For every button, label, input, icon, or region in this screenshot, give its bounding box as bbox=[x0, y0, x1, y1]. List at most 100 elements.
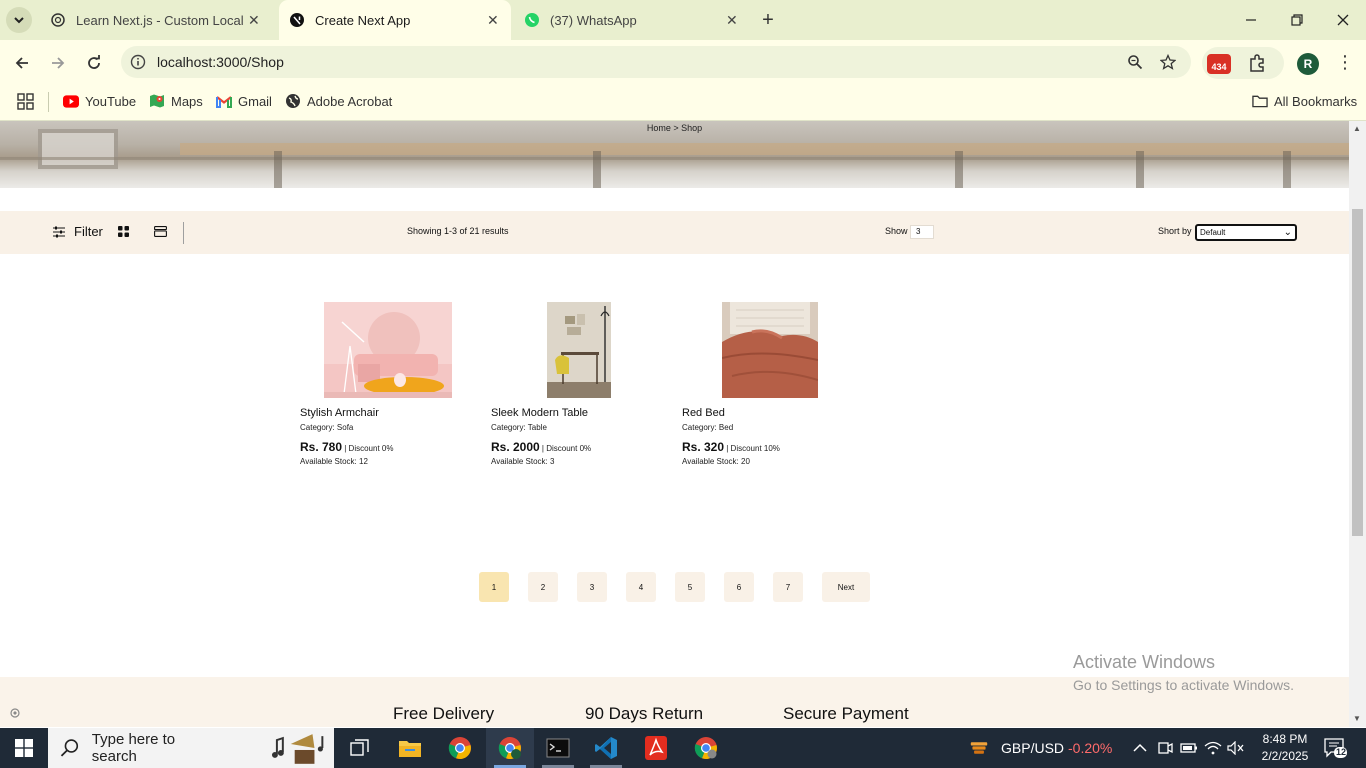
page-button-6[interactable]: 6 bbox=[724, 572, 754, 602]
hero-shelf-shadow bbox=[0, 157, 1349, 160]
folder-icon bbox=[1252, 93, 1268, 109]
page-button-7[interactable]: 7 bbox=[773, 572, 803, 602]
chevron-down-icon bbox=[14, 17, 24, 24]
forward-arrow-icon[interactable] bbox=[45, 50, 71, 76]
hero-post bbox=[1136, 151, 1144, 188]
page-button-4[interactable]: 4 bbox=[626, 572, 656, 602]
page-button-3[interactable]: 3 bbox=[577, 572, 607, 602]
chevron-up-icon[interactable] bbox=[1131, 739, 1149, 757]
openai-icon bbox=[50, 12, 66, 28]
page-button-5[interactable]: 5 bbox=[675, 572, 705, 602]
bookmarks-divider bbox=[48, 92, 49, 112]
adobe-acrobat-icon[interactable] bbox=[632, 728, 680, 768]
window-close-icon[interactable] bbox=[1320, 0, 1366, 40]
chrome-alt-icon[interactable] bbox=[682, 728, 730, 768]
speaker-muted-icon[interactable] bbox=[1227, 739, 1245, 757]
restore-icon[interactable] bbox=[1274, 0, 1320, 40]
extension-badge[interactable]: 434 bbox=[1207, 54, 1231, 74]
chrome-profile-icon[interactable] bbox=[486, 728, 534, 768]
clock-date: 2/2/2025 bbox=[1261, 749, 1309, 763]
tab-create-next-app[interactable]: Create Next App ✕ bbox=[279, 0, 511, 40]
all-bookmarks[interactable]: All Bookmarks bbox=[1252, 93, 1357, 109]
task-view-icon[interactable] bbox=[336, 728, 384, 768]
file-explorer-icon[interactable] bbox=[386, 728, 434, 768]
chevron-down-icon: ⌄ bbox=[1283, 227, 1292, 238]
extensions-puzzle-icon[interactable] bbox=[1247, 53, 1267, 73]
windows-start-button[interactable] bbox=[0, 728, 48, 768]
page-button-2[interactable]: 2 bbox=[528, 572, 558, 602]
product-price: Rs. 2000 bbox=[491, 440, 540, 454]
zoom-icon[interactable] bbox=[1126, 53, 1144, 71]
tab-whatsapp[interactable]: (37) WhatsApp ✕ bbox=[516, 0, 748, 40]
bookmark-star-icon[interactable] bbox=[1159, 53, 1177, 71]
tab-search-button[interactable] bbox=[6, 7, 32, 33]
all-bookmarks-label: All Bookmarks bbox=[1274, 93, 1358, 109]
product-category: Category: Table bbox=[491, 423, 547, 432]
battery-icon[interactable] bbox=[1180, 739, 1198, 757]
activate-windows-title: Activate Windows bbox=[1073, 652, 1216, 672]
taskbar-search-box[interactable]: Type here to search bbox=[48, 728, 334, 768]
product-stock: Available Stock: 3 bbox=[491, 457, 555, 466]
filter-button[interactable]: Filter bbox=[52, 224, 103, 239]
product-name[interactable]: Sleek Modern Table bbox=[491, 407, 588, 419]
extensions-group: 434 bbox=[1202, 47, 1284, 79]
hero-post bbox=[274, 151, 282, 188]
profile-avatar[interactable]: R bbox=[1297, 53, 1319, 75]
product-name[interactable]: Red Bed bbox=[682, 407, 725, 419]
ticker-change[interactable]: -0.20% bbox=[1068, 740, 1112, 756]
ticker-symbol[interactable]: GBP/USD bbox=[1001, 740, 1064, 756]
tab-learn-nextjs[interactable]: Learn Next.js - Custom Localhost ✕ bbox=[40, 0, 272, 40]
back-arrow-icon[interactable] bbox=[9, 50, 35, 76]
notification-center-icon[interactable]: 12 bbox=[1323, 737, 1349, 759]
next-page-button[interactable]: Next bbox=[822, 572, 870, 602]
terminal-icon[interactable] bbox=[534, 728, 582, 768]
chrome-icon[interactable] bbox=[436, 728, 484, 768]
taskbar-clock[interactable]: 8:48 PM 2/2/2025 bbox=[1250, 731, 1320, 765]
bookmark-adobe-acrobat[interactable]: Adobe Acrobat bbox=[285, 93, 392, 109]
close-icon[interactable]: ✕ bbox=[487, 12, 499, 29]
filter-divider bbox=[183, 222, 184, 244]
product-stock: Available Stock: 12 bbox=[300, 457, 368, 466]
hero-post bbox=[955, 151, 963, 188]
reload-icon[interactable] bbox=[81, 50, 107, 76]
menu-kebab-icon[interactable]: ⋮ bbox=[1336, 52, 1354, 73]
windows-logo-icon bbox=[15, 739, 33, 757]
show-label: Show bbox=[885, 226, 908, 236]
bookmark-label: Maps bbox=[171, 93, 203, 109]
close-icon[interactable]: ✕ bbox=[726, 12, 738, 29]
activate-windows-subtitle: Go to Settings to activate Windows. bbox=[1073, 677, 1294, 693]
bookmark-maps[interactable]: Maps bbox=[149, 93, 203, 109]
notification-count: 12 bbox=[1335, 747, 1346, 757]
sort-select[interactable]: Default ⌄ bbox=[1195, 224, 1297, 241]
product-name[interactable]: Stylish Armchair bbox=[300, 407, 379, 419]
bookmark-gmail[interactable]: Gmail bbox=[216, 93, 272, 109]
site-info-icon[interactable] bbox=[129, 53, 147, 71]
page-viewport: Home > Shop Filter Showing 1-3 of 21 res… bbox=[0, 121, 1349, 727]
grid-view-icon[interactable] bbox=[118, 226, 129, 237]
bookmark-youtube[interactable]: YouTube bbox=[63, 93, 136, 109]
hero-post bbox=[1283, 151, 1291, 188]
show-count-input[interactable]: 3 bbox=[910, 225, 934, 239]
page-scrollbar[interactable]: ▲ ▼ bbox=[1349, 121, 1366, 727]
meet-now-icon[interactable] bbox=[1156, 739, 1174, 757]
windows-taskbar: Type here to search GBP/USD -0.20% 8:48 … bbox=[0, 728, 1366, 768]
page-button-1[interactable]: 1 bbox=[479, 572, 509, 602]
product-image-table[interactable] bbox=[547, 302, 611, 398]
scroll-up-icon[interactable]: ▲ bbox=[1353, 124, 1361, 133]
vscode-icon[interactable] bbox=[582, 728, 630, 768]
wifi-icon[interactable] bbox=[1204, 739, 1222, 757]
apps-grid-icon[interactable] bbox=[17, 93, 34, 110]
scrollbar-thumb[interactable] bbox=[1352, 209, 1363, 536]
new-tab-icon[interactable]: + bbox=[758, 10, 778, 30]
address-bar[interactable]: localhost:3000/Shop bbox=[121, 46, 1191, 78]
list-view-icon[interactable] bbox=[154, 226, 167, 237]
stock-widget-icon[interactable] bbox=[970, 739, 988, 757]
bookmark-label: YouTube bbox=[85, 93, 137, 109]
minimize-icon[interactable] bbox=[1228, 0, 1274, 40]
close-icon[interactable]: ✕ bbox=[248, 12, 260, 29]
browser-toolbar: localhost:3000/Shop 434 R ⋮ bbox=[0, 40, 1366, 85]
product-image-bed[interactable] bbox=[722, 302, 818, 398]
scroll-down-icon[interactable]: ▼ bbox=[1353, 714, 1361, 723]
product-image-armchair[interactable] bbox=[324, 302, 452, 398]
devtools-indicator-icon[interactable] bbox=[9, 707, 21, 719]
